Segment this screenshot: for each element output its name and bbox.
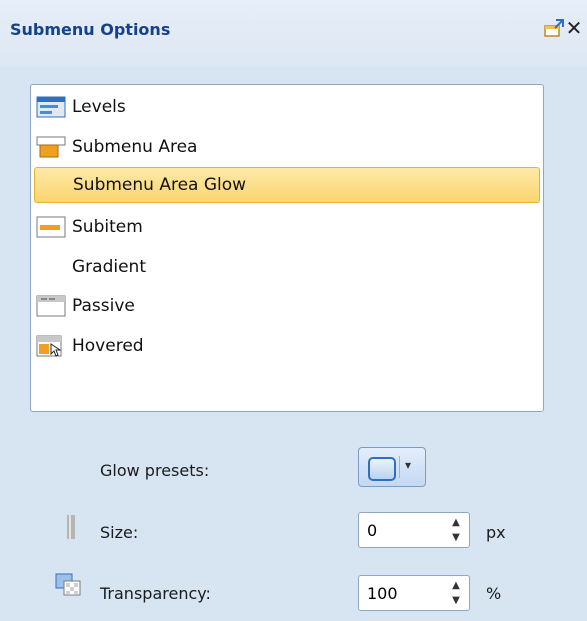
list-item-label: Submenu Area bbox=[72, 137, 198, 157]
chevron-down-icon: ▾ bbox=[405, 458, 412, 472]
subitem-icon bbox=[34, 213, 70, 241]
list-item-subitem[interactable]: Subitem bbox=[34, 209, 540, 245]
size-unit: px bbox=[486, 523, 506, 542]
list-item-passive[interactable]: Passive bbox=[34, 288, 540, 324]
size-input[interactable] bbox=[367, 519, 441, 541]
close-icon: ✕ bbox=[565, 16, 583, 40]
size-label: Size: bbox=[100, 523, 139, 542]
list-item-label: Levels bbox=[72, 97, 126, 117]
size-decrement-button[interactable]: ▼ bbox=[447, 530, 465, 545]
panel-header: Submenu Options ✕ bbox=[0, 0, 587, 66]
submenu-area-icon bbox=[34, 133, 70, 161]
size-increment-button[interactable]: ▲ bbox=[447, 515, 465, 530]
glow-preset-swatch bbox=[368, 457, 396, 481]
transparency-increment-button[interactable]: ▲ bbox=[447, 578, 465, 593]
list-item-submenu-area[interactable]: Submenu Area bbox=[34, 129, 540, 165]
submenu-options-panel: Submenu Options ✕ Levels Submenu Area Su… bbox=[0, 0, 587, 621]
size-icon bbox=[67, 515, 75, 539]
transparency-decrement-button[interactable]: ▼ bbox=[447, 593, 465, 608]
list-item-gradient[interactable]: Gradient bbox=[34, 249, 540, 285]
list-item-label: Subitem bbox=[72, 217, 143, 237]
transparency-input[interactable] bbox=[367, 582, 441, 604]
list-item-submenu-area-glow[interactable]: Submenu Area Glow bbox=[34, 167, 540, 203]
levels-icon bbox=[34, 93, 70, 121]
size-spinner[interactable]: ▲ ▼ bbox=[358, 512, 470, 548]
close-button[interactable]: ✕ bbox=[563, 16, 585, 40]
hovered-icon bbox=[34, 332, 70, 360]
transparency-spinner[interactable]: ▲ ▼ bbox=[358, 575, 470, 611]
glow-presets-dropdown[interactable]: ▾ bbox=[358, 447, 426, 487]
list-item-hovered[interactable]: Hovered bbox=[34, 328, 540, 364]
glow-presets-label: Glow presets: bbox=[100, 461, 210, 480]
list-item-label: Submenu Area Glow bbox=[73, 175, 247, 195]
element-list[interactable]: Levels Submenu Area Submenu Area Glow Su… bbox=[30, 84, 544, 412]
transparency-label: Transparency: bbox=[100, 584, 211, 603]
transparency-unit: % bbox=[486, 584, 502, 603]
transparency-icon bbox=[55, 573, 81, 596]
panel-title: Submenu Options bbox=[10, 20, 171, 39]
list-item-label: Passive bbox=[72, 296, 135, 316]
list-item-label: Hovered bbox=[72, 336, 144, 356]
list-item-label: Gradient bbox=[72, 257, 146, 277]
list-item-levels[interactable]: Levels bbox=[34, 89, 540, 125]
passive-icon bbox=[34, 292, 70, 320]
